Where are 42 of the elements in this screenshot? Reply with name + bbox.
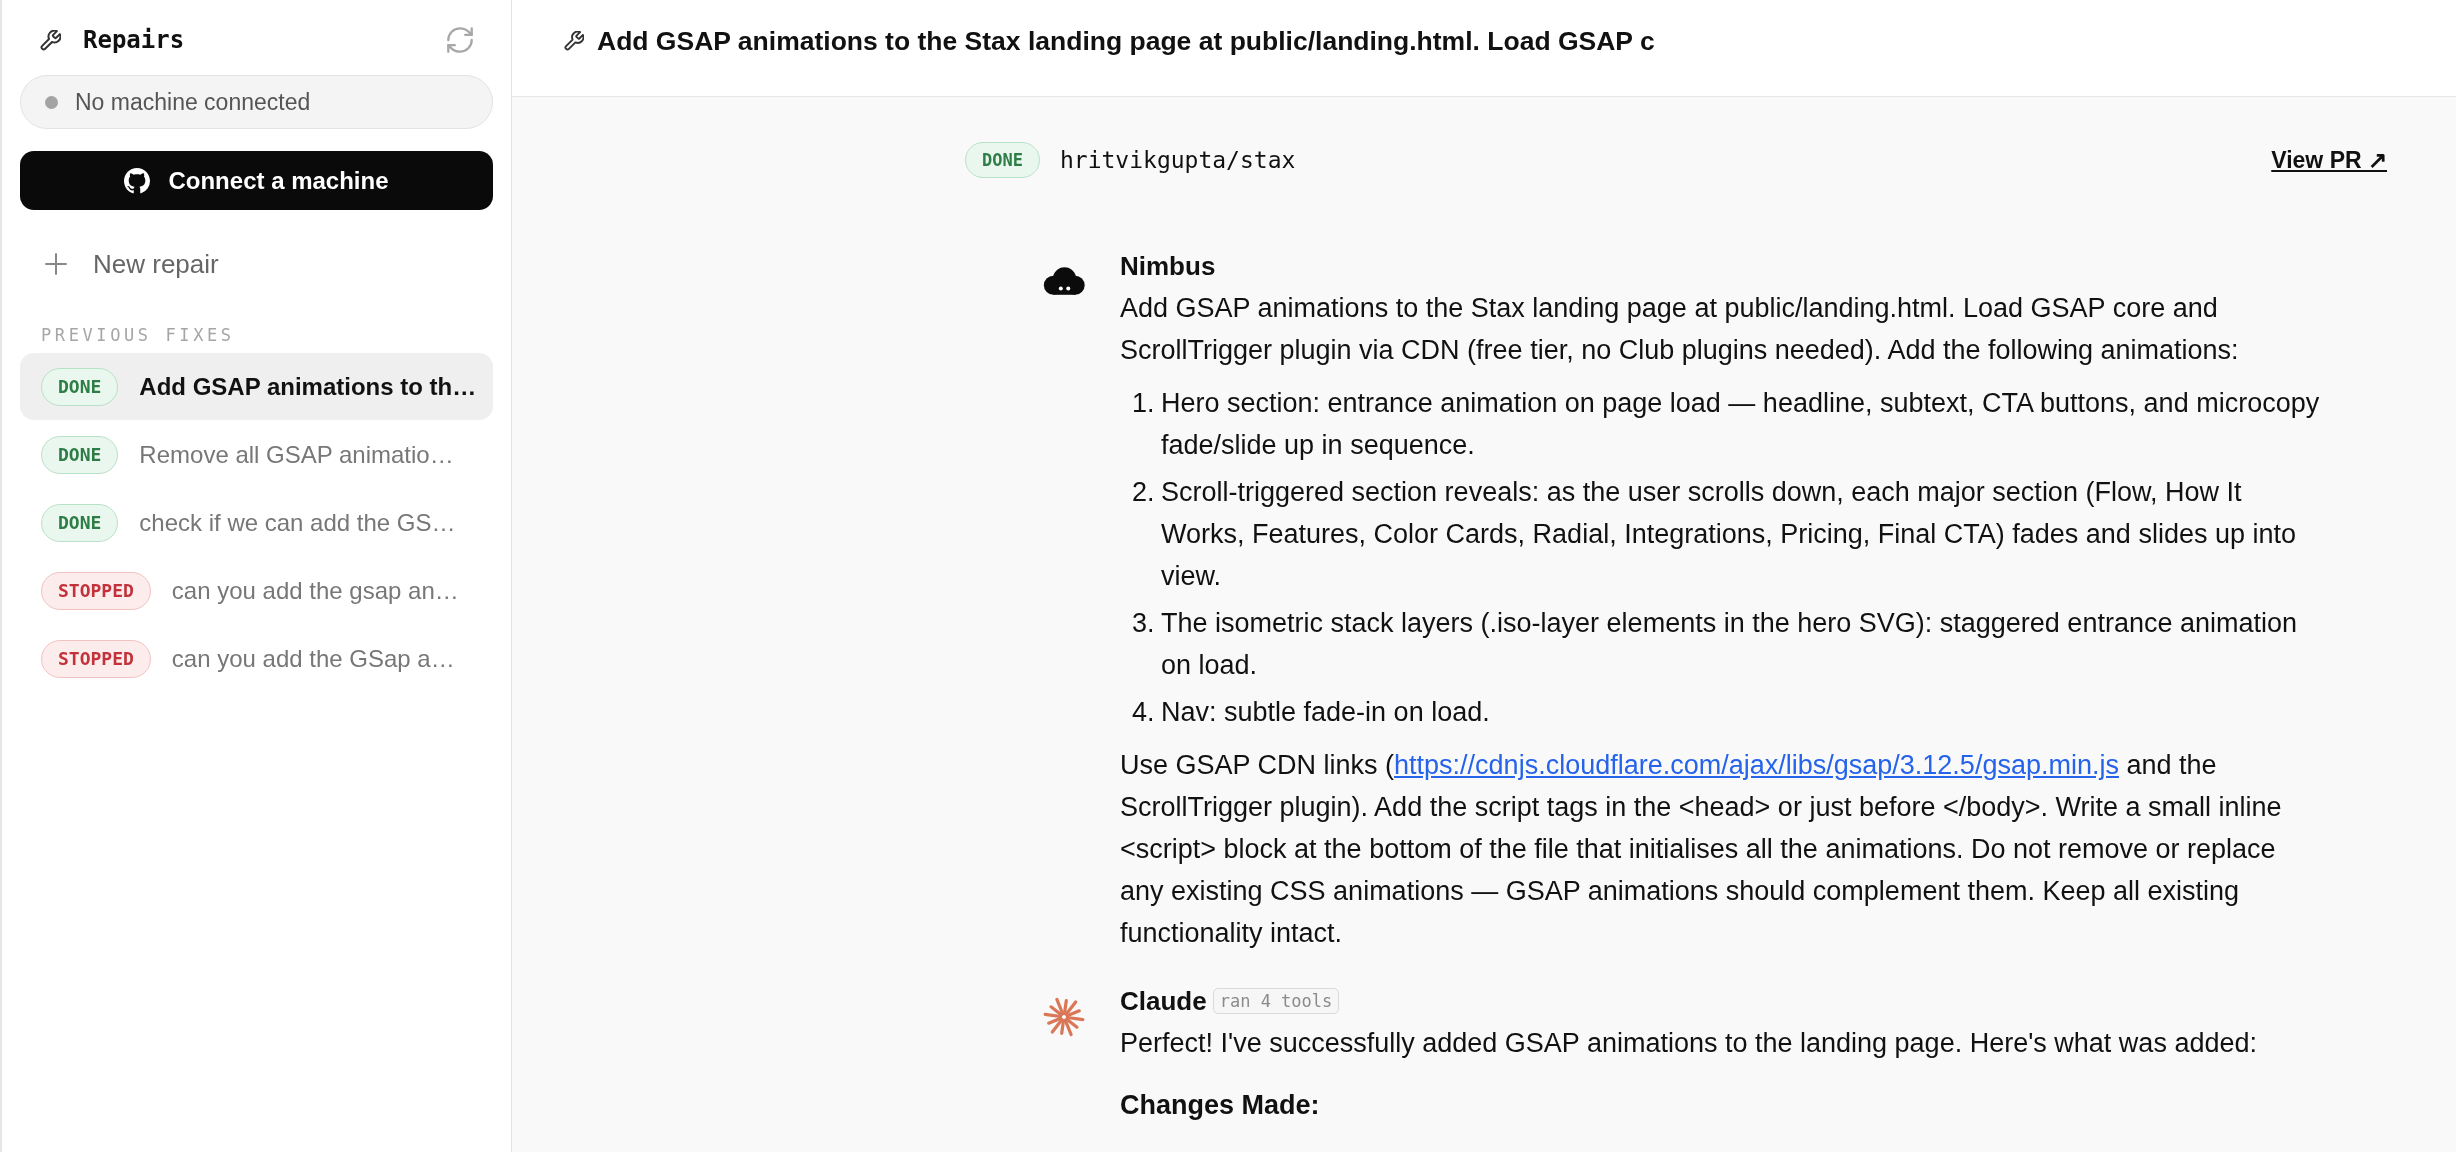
list-number: 2. <box>1132 476 1156 509</box>
view-pr-link[interactable]: View PR ↗ <box>2271 146 2387 174</box>
list-number: 1. <box>1132 387 1156 420</box>
list-item-text: The isometric stack layers (.iso-layer elements in the hero SVG): staggered entrance animation on load. <box>1161 607 2298 682</box>
tools-tag: ran 4 tools <box>1212 988 1340 1014</box>
list-item-text: Scroll-triggered section reveals: as the user scrolls down, each major section (Flow, How It Works, Features, Color Cards, Radial, Integrations, Pricing, Final CTA) fades and slides up into view. <box>1161 476 2297 593</box>
status-badge: DONE <box>41 435 119 474</box>
new-repair-button[interactable]: New repair <box>20 239 219 289</box>
section-heading: Changes Made: <box>1120 1089 1321 1122</box>
history-item[interactable]: DONE Add GSAP animations to th… <box>20 353 493 420</box>
sidebar-title: Repairs <box>83 26 185 54</box>
history-item[interactable]: STOPPED can you add the gsap an… <box>20 557 493 624</box>
author-name: Claude <box>1120 985 1207 1018</box>
wrench-icon <box>564 31 584 51</box>
history-item[interactable]: DONE check if we can add the GS… <box>20 489 493 556</box>
github-icon <box>124 167 151 194</box>
status-badge: DONE <box>965 142 1040 178</box>
plus-icon <box>45 253 67 275</box>
connect-button[interactable]: Connect a machine <box>20 151 493 210</box>
repo-name: hritvikgupta/stax <box>1059 147 1296 173</box>
page-title: Add GSAP animations to the Stax landing page at public/landing.html. Load GSAP c <box>597 25 1655 57</box>
cloud-icon <box>1043 267 1085 295</box>
status-badge: DONE <box>41 503 119 542</box>
author-name: Nimbus <box>1120 250 1216 283</box>
section-label: PREVIOUS FIXES <box>40 325 235 345</box>
url-link[interactable]: https://cdnjs.cloudflare.com/ajax/libs/gsap/3.12.5/gsap.min.js <box>1394 750 2119 780</box>
status-badge: DONE <box>41 367 119 406</box>
message-text: Use GSAP CDN links (https://cdnjs.cloudflare.com/ajax/libs/gsap/3.12.5/gsap.min.js and the ScrollTrigger plugin). Add the script tags in the <head> or just before </body>. Write a small inline <script> block at the bottom of the file that initialises all the animations. Do not remove or replace any existing CSS animations — GSAP animations should complement them. Keep all existing functionality intact. <box>1120 749 2283 950</box>
status-text: No machine connected <box>75 88 311 116</box>
message-text: Add GSAP animations to the Stax landing page at public/landing.html. Load GSAP core and ScrollTrigger plugin via CDN (free tier, no Club plugins needed). Add the following animations: <box>1120 292 2240 367</box>
message-text: Perfect! I've successfully added GSAP animations to the landing page. Here's what was added: <box>1120 1027 2258 1060</box>
wrench-icon <box>40 29 61 51</box>
refresh-icon[interactable] <box>447 27 473 53</box>
list-number: 3. <box>1132 607 1156 640</box>
list-item-text: Nav: subtle fade-in on load. <box>1161 696 1490 729</box>
status-badge: STOPPED <box>41 571 151 610</box>
starburst-icon <box>1043 996 1085 1038</box>
list-number: 4. <box>1132 696 1156 729</box>
status-badge: STOPPED <box>41 639 151 678</box>
history-item[interactable]: DONE Remove all GSAP animatio… <box>20 421 493 488</box>
list-item-text: Hero section: entrance animation on page load — headline, subtext, CTA buttons, and microcopy fade/slide up in sequence. <box>1161 387 2320 462</box>
history-item[interactable]: STOPPED can you add the GSap a… <box>20 625 493 692</box>
